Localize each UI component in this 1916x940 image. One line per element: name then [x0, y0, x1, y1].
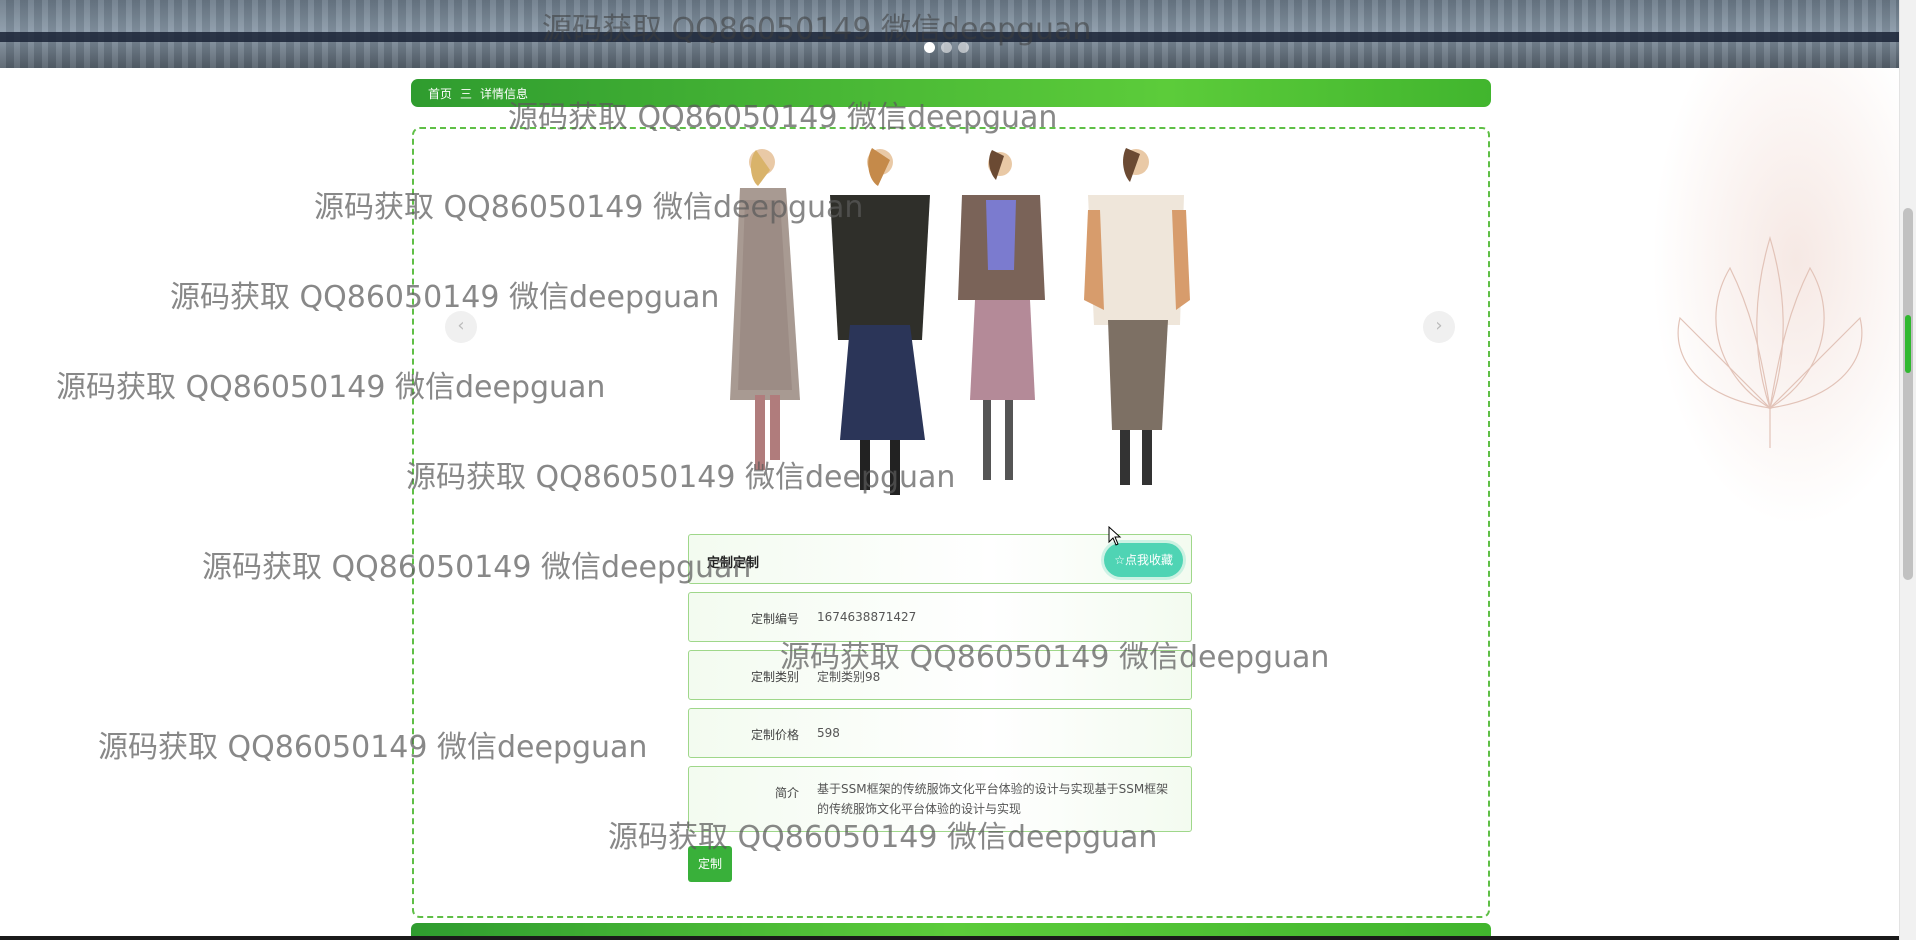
- field-label: 定制价格: [750, 728, 799, 742]
- breadcrumb-home-link[interactable]: 首页: [428, 85, 452, 102]
- page-scrollbar[interactable]: [1899, 0, 1916, 940]
- lotus-illustration: [1677, 235, 1863, 448]
- customize-button[interactable]: 定制: [688, 846, 732, 882]
- field-value: 基于SSM框架的传统服饰文化平台体验的设计与实现基于SSM框架的传统服饰文化平台…: [817, 782, 1169, 816]
- carousel-next-button[interactable]: ›: [1423, 311, 1455, 343]
- product-image: [730, 148, 1190, 495]
- model-figure-2: [830, 148, 930, 495]
- detail-fields: 定制定制 ☆点我收藏 定制编号 1674638871427 定制类别 定制类别9…: [688, 534, 1192, 840]
- detail-title: 定制定制: [707, 556, 760, 571]
- decorative-flower-background: [1640, 68, 1900, 548]
- carousel-dot-3[interactable]: [958, 42, 969, 53]
- top-banner-carousel: [0, 0, 1900, 68]
- field-row-price: 定制价格 598: [688, 708, 1192, 758]
- field-row-description: 简介 基于SSM框架的传统服饰文化平台体验的设计与实现基于SSM框架的传统服饰文…: [688, 766, 1192, 832]
- carousel-dot-1[interactable]: [924, 42, 935, 53]
- carousel-prev-button[interactable]: ‹: [445, 311, 477, 343]
- field-row-category: 定制类别 定制类别98: [688, 650, 1192, 700]
- field-row-code: 定制编号 1674638871427: [688, 592, 1192, 642]
- model-figure-3: [958, 150, 1045, 480]
- field-value: 定制类别98: [817, 670, 881, 684]
- field-label: 定制编号: [750, 612, 799, 626]
- mouse-cursor-icon: [1108, 526, 1122, 546]
- model-figure-4: [1084, 148, 1190, 485]
- breadcrumb-current: 详情信息: [480, 86, 529, 101]
- banner-strip: [0, 32, 1900, 42]
- bottom-bar: [0, 936, 1900, 940]
- breadcrumb-separator: 三: [460, 86, 473, 101]
- scrollbar-indicator: [1905, 315, 1911, 373]
- favorite-button[interactable]: ☆点我收藏: [1104, 543, 1183, 577]
- model-figure-1: [730, 149, 800, 470]
- field-value: 1674638871427: [817, 610, 917, 624]
- field-label: 定制类别: [750, 670, 799, 684]
- carousel-dots: [924, 42, 969, 53]
- field-label: 简介: [774, 786, 799, 800]
- scrollbar-thumb[interactable]: [1903, 208, 1913, 580]
- field-value: 598: [817, 726, 840, 740]
- carousel-dot-2[interactable]: [941, 42, 952, 53]
- breadcrumb: 首页 三 详情信息: [411, 79, 1491, 107]
